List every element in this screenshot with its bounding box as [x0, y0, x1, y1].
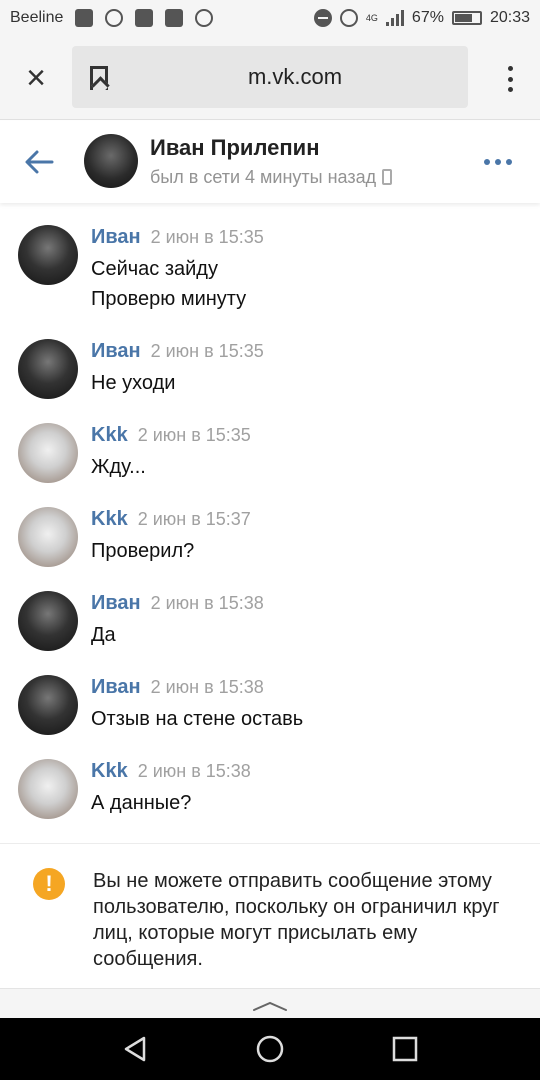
- message-author[interactable]: Kkk 2 июн в 15:38: [91, 760, 251, 783]
- message-author[interactable]: Kkk 2 июн в 15:37: [91, 508, 251, 531]
- message-text: Не уходи: [91, 372, 176, 394]
- notification-icon: [105, 9, 124, 27]
- signal-icon: [385, 10, 404, 26]
- avatar[interactable]: [18, 423, 78, 483]
- do-not-disturb-icon: [313, 9, 332, 27]
- message-text: Сейчас зайду: [91, 258, 218, 280]
- avatar[interactable]: [18, 339, 78, 399]
- sd-card-icon: [75, 9, 94, 27]
- warning-text: Вы не можете отправить сообщение этому п…: [93, 870, 500, 970]
- recents-icon[interactable]: [390, 1034, 420, 1064]
- message-time: 2 июн в 15:38: [150, 677, 264, 697]
- address-bar[interactable]: m.vk.com: [72, 46, 468, 108]
- message-author[interactable]: Kkk 2 июн в 15:35: [91, 424, 251, 447]
- message-text: Проверил?: [91, 540, 195, 562]
- more-vert-icon[interactable]: [508, 66, 514, 92]
- status-bar: Beeline 4G 67% 20:33: [0, 0, 540, 36]
- bookmark-icon[interactable]: [90, 66, 108, 90]
- message-text: А данные?: [91, 792, 192, 814]
- avatar[interactable]: [18, 507, 78, 567]
- url-text[interactable]: m.vk.com: [132, 46, 458, 108]
- message-time: 2 июн в 15:35: [150, 227, 264, 247]
- message-time: 2 июн в 15:38: [150, 593, 264, 613]
- chat-header: Иван Прилепин был в сети 4 минуты назад: [0, 121, 540, 203]
- warning-icon: !: [33, 868, 65, 900]
- app-icon: [135, 9, 154, 27]
- message-text: Жду...: [91, 456, 146, 478]
- expand-bar[interactable]: [0, 988, 540, 1018]
- system-nav-bar: [0, 1018, 540, 1080]
- battery-percent: 67%: [411, 9, 444, 26]
- online-status-text: был в сети 4 минуты назад: [150, 167, 377, 187]
- phone-icon: [382, 169, 393, 185]
- contact-status: был в сети 4 минуты назад: [150, 167, 393, 188]
- message-text: Отзыв на стене оставь: [91, 708, 304, 730]
- message-time: 2 июн в 15:35: [137, 425, 251, 445]
- message-time: 2 июн в 15:38: [137, 761, 251, 781]
- chevron-up-icon[interactable]: [252, 1001, 288, 1011]
- message-time: 2 июн в 15:35: [150, 341, 264, 361]
- battery-icon: [451, 11, 482, 25]
- back-arrow-icon[interactable]: [22, 145, 56, 179]
- message-text: Проверю минуту: [91, 288, 247, 310]
- gallery-icon: [165, 9, 184, 27]
- message-author[interactable]: Иван 2 июн в 15:35: [91, 226, 264, 249]
- message-author[interactable]: Иван 2 июн в 15:35: [91, 340, 264, 363]
- message-author[interactable]: Иван 2 июн в 15:38: [91, 592, 264, 615]
- avatar[interactable]: [84, 134, 138, 188]
- message-author[interactable]: Иван 2 июн в 15:38: [91, 676, 264, 699]
- avatar[interactable]: [18, 759, 78, 819]
- back-icon[interactable]: [120, 1034, 150, 1064]
- network-type: 4G: [365, 12, 378, 23]
- send-restriction-notice: ! Вы не можете отправить сообщение этому…: [0, 843, 540, 988]
- carrier-label: Beeline: [10, 9, 64, 26]
- close-icon[interactable]: ×: [18, 60, 54, 96]
- home-icon[interactable]: [255, 1034, 285, 1064]
- clock: 20:33: [489, 9, 530, 26]
- avatar[interactable]: [18, 225, 78, 285]
- more-horiz-icon[interactable]: [484, 159, 512, 165]
- message-list[interactable]: Иван 2 июн в 15:35 Сейчас зайду Проверю м…: [0, 203, 540, 843]
- avatar[interactable]: [18, 591, 78, 651]
- eye-icon: [339, 9, 358, 27]
- contact-name[interactable]: Иван Прилепин: [150, 135, 319, 161]
- avatar[interactable]: [18, 675, 78, 735]
- message-time: 2 июн в 15:37: [137, 509, 251, 529]
- browser-toolbar: × m.vk.com: [0, 36, 540, 120]
- search-icon: [195, 9, 214, 27]
- message-text: Да: [91, 624, 116, 646]
